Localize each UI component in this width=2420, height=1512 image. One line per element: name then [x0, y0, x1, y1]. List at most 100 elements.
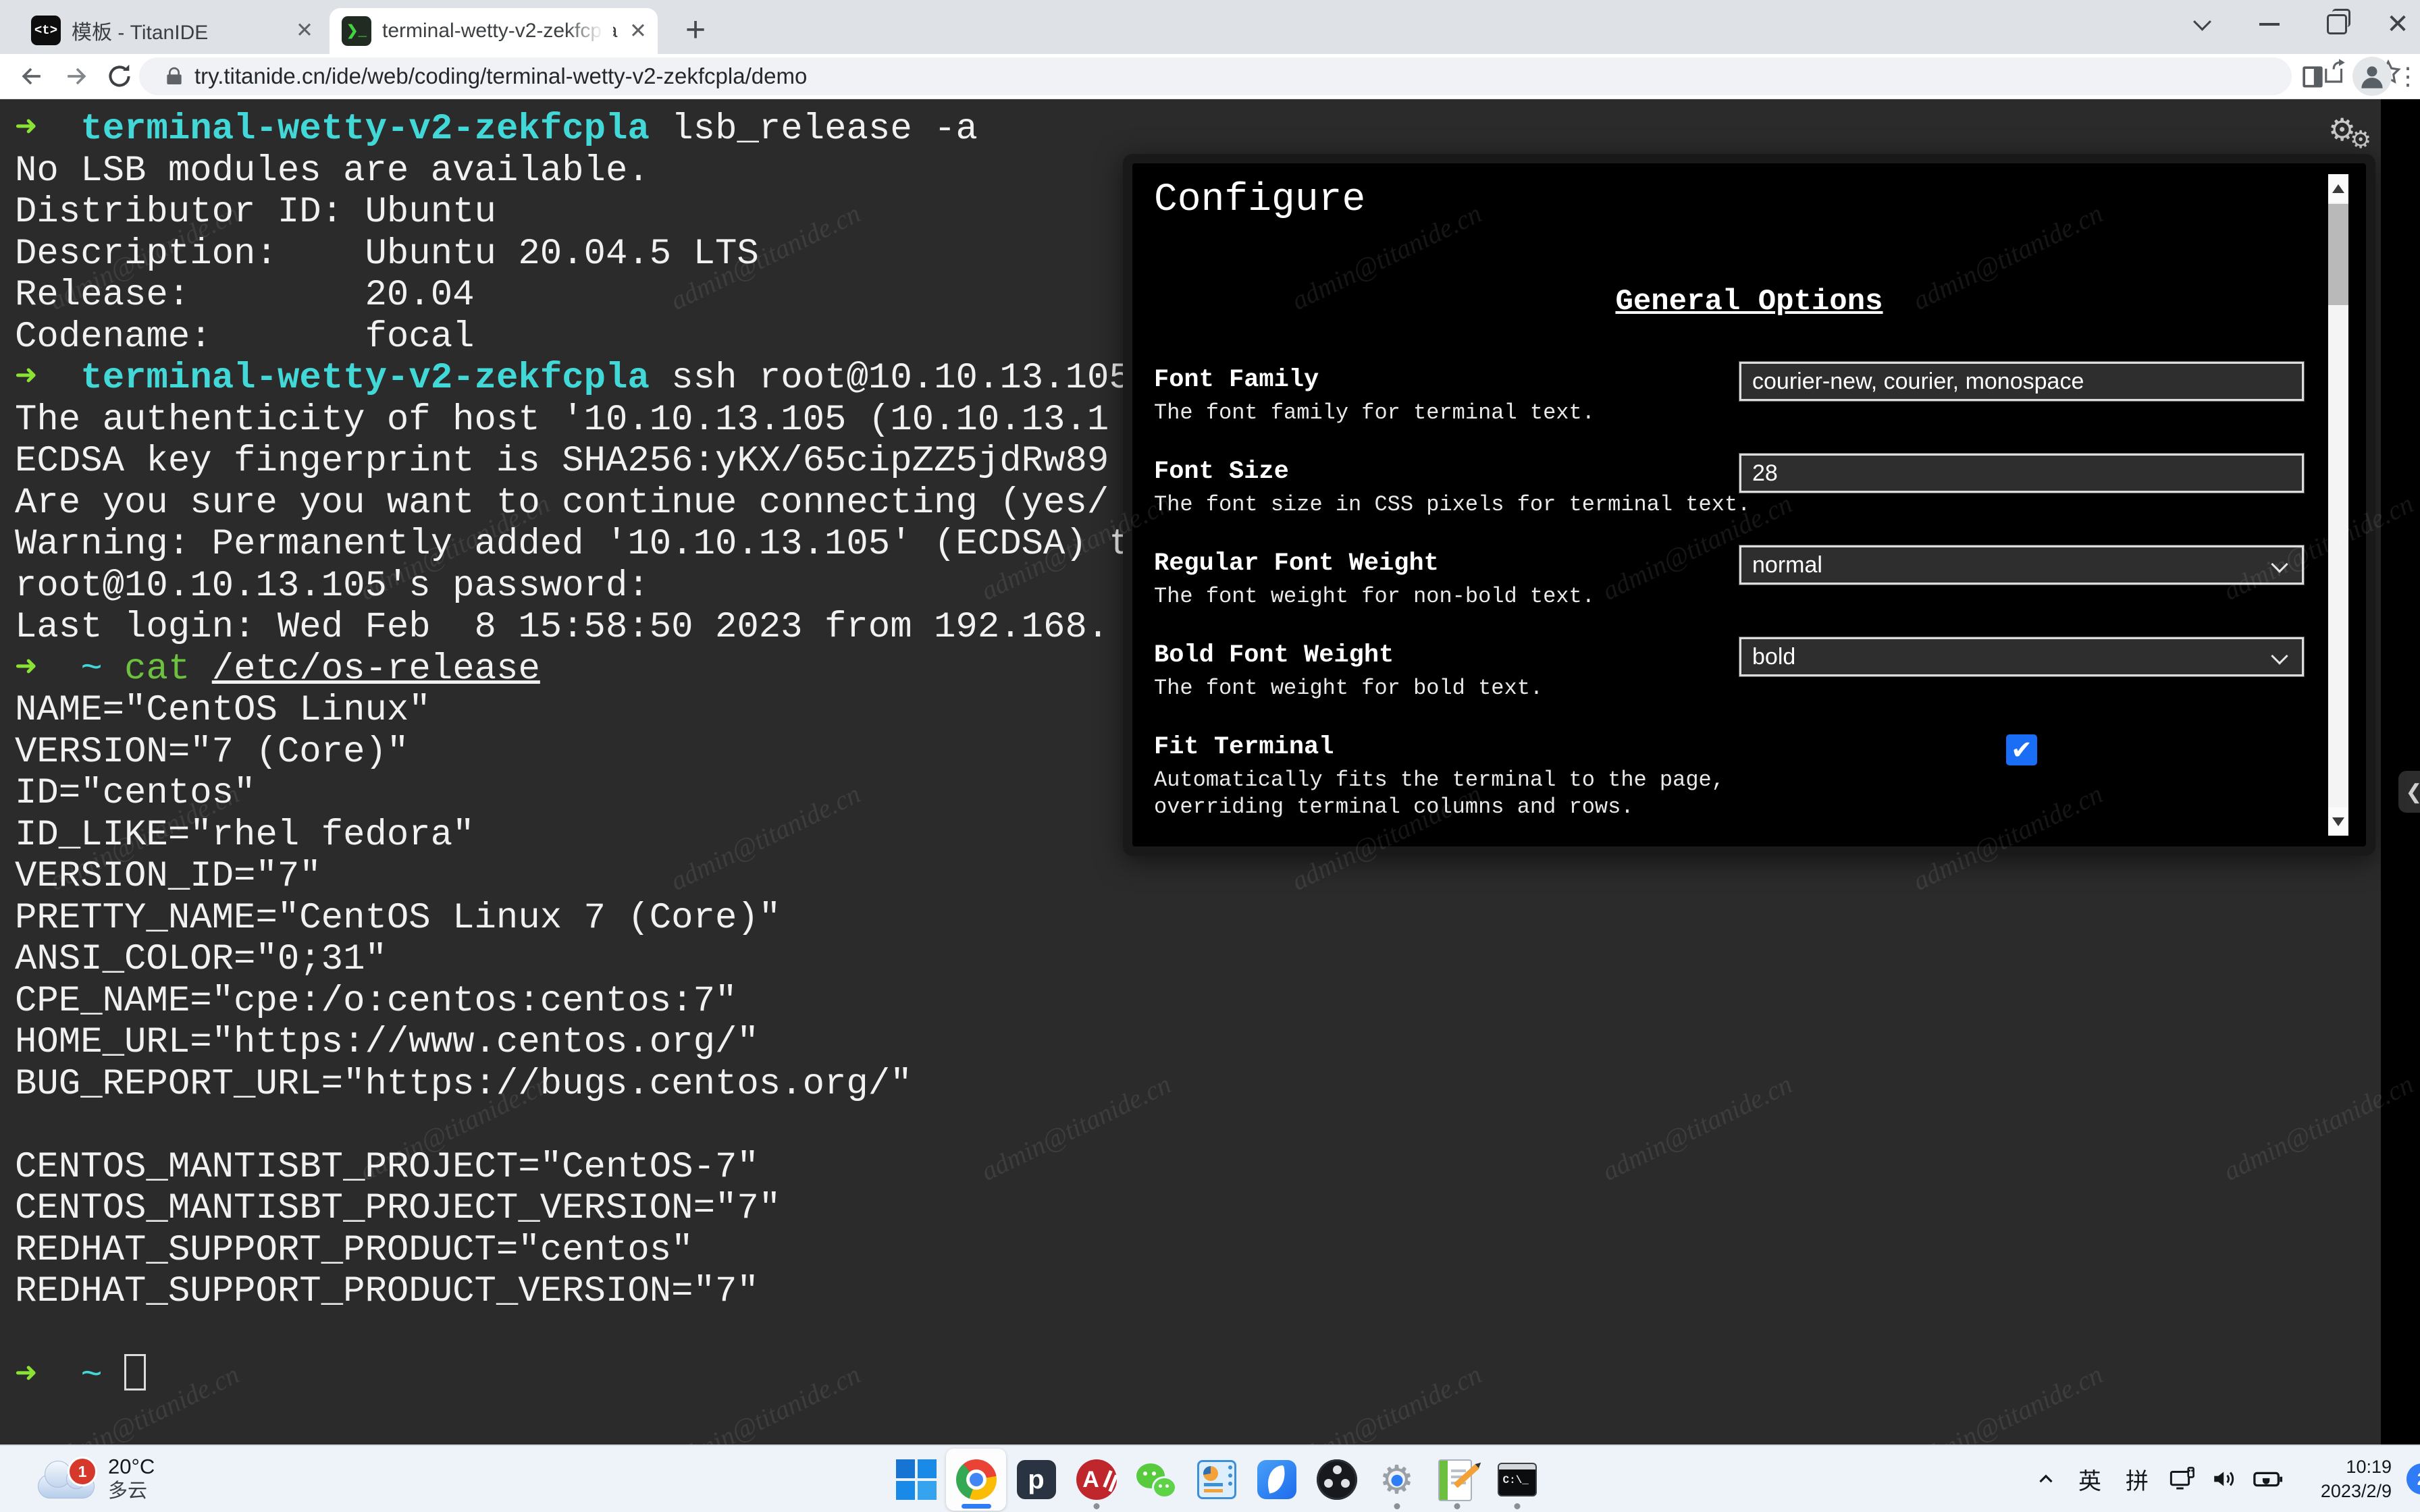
terminal-text: VERSION_ID="7"	[15, 856, 321, 897]
date-text: 2023/2/9	[2304, 1479, 2392, 1503]
display-device-button[interactable]	[2161, 1459, 2204, 1499]
triangle-up-icon	[2332, 184, 2344, 193]
close-tab-icon[interactable]: ✕	[629, 19, 647, 43]
fit-terminal-description: Automatically fits the terminal to the p…	[1154, 767, 2304, 821]
font-family-description: The font family for terminal text.	[1154, 400, 2304, 427]
taskbar-app-picpick[interactable]: p	[1006, 1449, 1066, 1511]
battery-button[interactable]	[2246, 1459, 2290, 1499]
back-icon	[17, 61, 47, 91]
obs-icon	[1315, 1458, 1359, 1501]
titanide-favicon: <t>	[31, 16, 61, 45]
new-tab-button[interactable]: +	[677, 11, 714, 49]
taskbar-app-wing[interactable]	[1246, 1449, 1307, 1511]
chevron-down-icon	[2271, 556, 2288, 572]
tab-title: 模板 - TitanIDE	[72, 16, 290, 45]
windows-start-icon	[895, 1458, 938, 1501]
terminal-text: CENTOS_MANTISBT_PROJECT_VERSION="7"	[15, 1188, 781, 1229]
running-app-indicator	[1454, 1503, 1460, 1509]
running-app-indicator	[1514, 1503, 1520, 1509]
tab-terminal-wetty[interactable]: ❯_ terminal-wetty-v2-zekfcpla - T ✕	[330, 8, 658, 54]
browser-menu-button[interactable]: ⋮	[2398, 58, 2417, 94]
bold-font-weight-select[interactable]: bold	[1739, 637, 2304, 676]
forward-button[interactable]	[59, 59, 93, 93]
taskbar-app-windows-start[interactable]	[886, 1449, 946, 1511]
terminal-text: lsb_release -a	[650, 109, 978, 150]
person-icon	[2355, 59, 2389, 93]
wechat-icon	[1135, 1458, 1178, 1501]
weather-badge: 1	[68, 1457, 97, 1486]
clock[interactable]: 10:19 2023/2/9	[2304, 1455, 2392, 1503]
terminal-text: CENTOS_MANTISBT_PROJECT="CentOS-7"	[15, 1147, 759, 1188]
reload-icon	[105, 61, 134, 91]
tab-titanide[interactable]: <t> 模板 - TitanIDE ✕	[19, 9, 324, 51]
taskbar-app-diagram[interactable]	[1186, 1449, 1246, 1511]
time-text: 10:19	[2304, 1455, 2392, 1479]
terminal-text: HOME_URL="https://www.centos.org/"	[15, 1022, 759, 1063]
monitor-icon	[2168, 1465, 2197, 1493]
scroll-down-button[interactable]	[2328, 807, 2348, 836]
terminal-line: CENTOS_MANTISBT_PROJECT="CentOS-7"	[15, 1147, 2381, 1189]
terminal-text: /etc/os-release	[212, 649, 540, 690]
terminal-text: ID="centos"	[15, 773, 255, 814]
taskbar-app-red-a[interactable]: A	[1066, 1449, 1126, 1511]
reload-button[interactable]	[103, 59, 136, 93]
notification-badge[interactable]: 2	[2406, 1463, 2420, 1494]
font-family-input[interactable]	[1739, 362, 2304, 401]
terminal-line: ANSI_COLOR="0;31"	[15, 939, 2381, 981]
dialog-scrollbar[interactable]	[2328, 174, 2348, 836]
scrollbar-thumb[interactable]	[2328, 204, 2348, 305]
terminal-text: Last login: Wed Feb 8 15:58:50 2023 from…	[15, 607, 1109, 648]
terminal-line	[15, 1105, 2381, 1147]
terminal-line: PRETTY_NAME="CentOS Linux 7 (Core)"	[15, 898, 2381, 940]
right-side-strip: ❮	[2381, 99, 2420, 1444]
restore-button[interactable]	[2313, 0, 2361, 49]
terminal-line: REDHAT_SUPPORT_PRODUCT="centos"	[15, 1230, 2381, 1272]
terminal-line: ➜ ~	[15, 1354, 2381, 1397]
taskbar-app-cmd[interactable]: C:\_	[1487, 1449, 1547, 1511]
back-button[interactable]	[15, 59, 49, 93]
config-field-font-size: Font SizeThe font size in CSS pixels for…	[1154, 458, 2304, 549]
url-bar[interactable]: try.titanide.cn/ide/web/coding/terminal-…	[139, 57, 2292, 95]
terminal-text: REDHAT_SUPPORT_PRODUCT="centos"	[15, 1230, 693, 1271]
taskbar-app-obs[interactable]	[1307, 1449, 1367, 1511]
configure-dialog: Configure General Options Font FamilyThe…	[1123, 154, 2375, 856]
terminal-text: terminal-wetty-v2-zekfcpla	[80, 109, 650, 150]
font-size-input[interactable]	[1739, 454, 2304, 493]
tab-search-button[interactable]	[2178, 0, 2226, 49]
volume-button[interactable]	[2204, 1459, 2246, 1499]
scroll-up-button[interactable]	[2328, 174, 2348, 202]
config-field-bold-font-weight: Bold Font WeightThe font weight for bold…	[1154, 641, 2304, 733]
terminal-text: cat	[124, 649, 212, 690]
config-field-regular-font-weight: Regular Font WeightThe font weight for n…	[1154, 549, 2304, 641]
collapse-panel-handle[interactable]: ❮	[2398, 771, 2420, 813]
hidden-icons-button[interactable]	[2026, 1459, 2066, 1499]
close-window-button[interactable]: ✕	[2374, 0, 2420, 49]
terminal-line: ➜ terminal-wetty-v2-zekfcpla lsb_release…	[15, 109, 2381, 151]
wetty-settings-button[interactable]: ⚙ ⚙	[2328, 111, 2389, 159]
taskbar-app-settings[interactable]: ⚙	[1367, 1449, 1427, 1511]
side-panel-button[interactable]	[2296, 59, 2330, 93]
terminal-line: VERSION_ID="7"	[15, 856, 2381, 898]
dialog-title: Configure	[1154, 178, 1365, 222]
temperature-text: 20°C	[108, 1455, 155, 1479]
regular-font-weight-description: The font weight for non-bold text.	[1154, 583, 2304, 610]
cloud-icon: 1	[38, 1462, 96, 1503]
taskbar-app-notepad[interactable]	[1427, 1449, 1487, 1511]
close-tab-icon[interactable]: ✕	[296, 18, 313, 43]
terminal-text: REDHAT_SUPPORT_PRODUCT_VERSION="7"	[15, 1271, 759, 1312]
gear-icon: ⚙	[2350, 126, 2371, 154]
tab-strip: <t> 模板 - TitanIDE ✕ ❯_ terminal-wetty-v2…	[0, 0, 2420, 54]
terminal-text: CPE_NAME="cpe:/o:centos:centos:7"	[15, 981, 737, 1022]
ime-mode-button[interactable]: 拼	[2113, 1459, 2161, 1499]
config-field-fit-terminal: Fit TerminalAutomatically fits the termi…	[1154, 733, 2304, 825]
regular-font-weight-select[interactable]: normal	[1739, 545, 2304, 585]
terminal-text: ID_LIKE="rhel fedora"	[15, 815, 475, 856]
fit-terminal-checkbox[interactable]: ✔	[2006, 734, 2037, 765]
minimize-button[interactable]	[2246, 0, 2293, 49]
weather-widget[interactable]: 1 20°C 多云	[38, 1446, 155, 1512]
profile-avatar[interactable]	[2352, 57, 2392, 96]
taskbar-app-wechat[interactable]	[1126, 1449, 1186, 1511]
ime-language-button[interactable]: 英	[2066, 1459, 2113, 1499]
minimize-icon	[2259, 23, 2280, 26]
taskbar-app-chrome[interactable]	[946, 1449, 1006, 1511]
